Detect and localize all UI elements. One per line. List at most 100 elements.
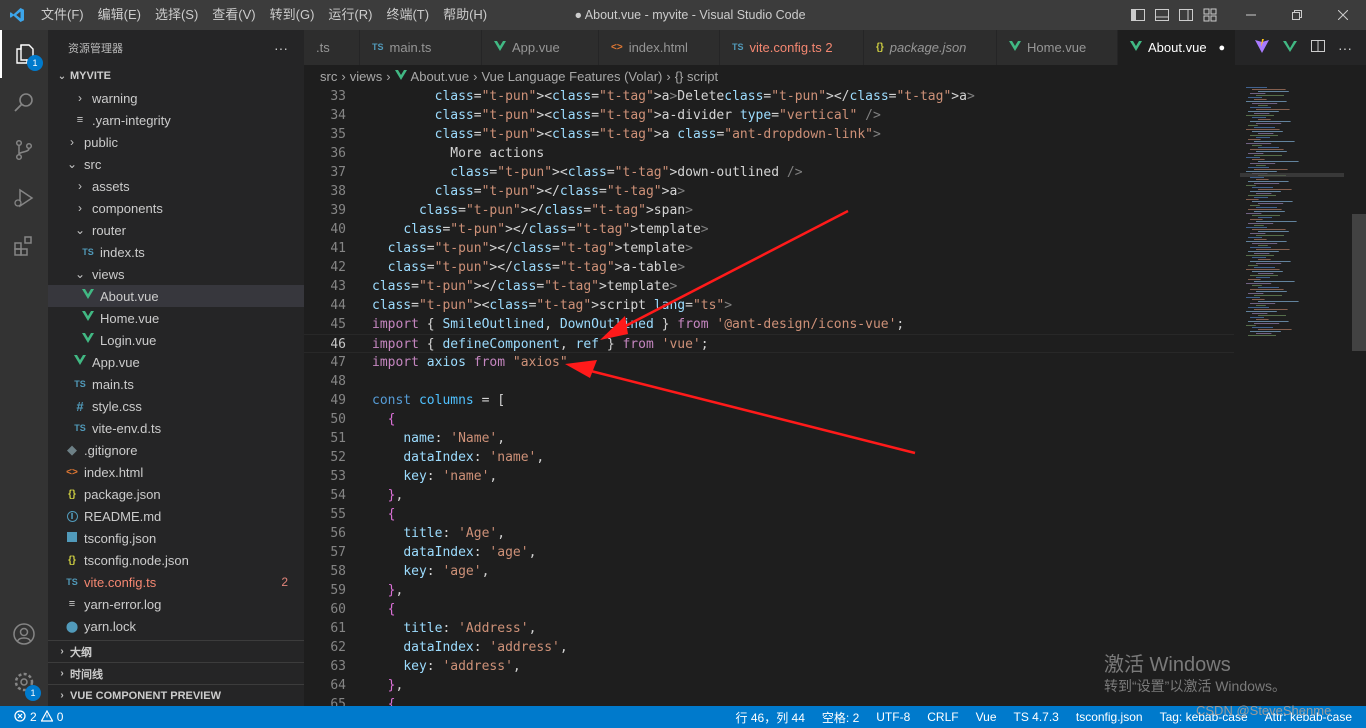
file-tree-item[interactable]: ≡ .yarn-integrity [48,109,304,131]
file-tree-item[interactable]: › warning [48,87,304,109]
menu-item[interactable]: 文件(F) [34,0,91,30]
code-line[interactable]: 60 { [304,600,1234,619]
file-tree-item[interactable]: TS vite.config.ts 2 [48,571,304,593]
explorer-more-actions[interactable]: ··· [274,40,288,56]
menu-item[interactable]: 编辑(E) [91,0,148,30]
code-line[interactable]: 48 [304,372,1234,391]
indentation[interactable]: 空格: 2 [822,709,859,726]
editor-tab[interactable]: TS vite.config.ts 2 [720,30,864,65]
code-line[interactable]: 64 }, [304,676,1234,695]
run-debug-icon[interactable] [0,174,48,222]
file-tree-item[interactable]: # style.css [48,395,304,417]
code-line[interactable]: 59 }, [304,581,1234,600]
toggle-sidebar-icon[interactable] [1130,7,1146,23]
file-tree-item[interactable]: Login.vue [48,329,304,351]
code-line[interactable]: 56 title: 'Age', [304,524,1234,543]
code-line[interactable]: 40 class="t-pun"></class="t-tag">templat… [304,220,1234,239]
breadcrumb-item[interactable]: src [320,69,337,84]
source-control-icon[interactable] [0,126,48,174]
end-of-line[interactable]: CRLF [927,710,958,724]
code-editor[interactable]: 33 class="t-pun"><class="t-tag">a>Delete… [304,87,1366,706]
file-tree-item[interactable]: › public [48,131,304,153]
code-line[interactable]: 53 key: 'name', [304,467,1234,486]
code-line[interactable]: 54 }, [304,486,1234,505]
file-tree-item[interactable]: i README.md [48,505,304,527]
editor-tab[interactable]: {} package.json [864,30,997,65]
file-tree-item[interactable]: About.vue [48,285,304,307]
code-line[interactable]: 44 class="t-pun"><class="t-tag">script la… [304,296,1234,315]
code-line[interactable]: 63 key: 'address', [304,657,1234,676]
cursor-position[interactable]: 行 46，列 44 [736,709,805,726]
code-line[interactable]: 45 import { SmileOutlined, DownOutlined }… [304,315,1234,334]
code-line[interactable]: 41 class="t-pun"></class="t-tag">templat… [304,239,1234,258]
code-line[interactable]: 46 import { defineComponent, ref } from '… [304,334,1234,353]
code-line[interactable]: 51 name: 'Name', [304,429,1234,448]
code-line[interactable]: 35 class="t-pun"><class="t-tag">a class=… [304,125,1234,144]
extensions-icon[interactable] [0,222,48,270]
file-tree-item[interactable]: ⌄ src [48,153,304,175]
vite-icon[interactable] [1254,38,1270,57]
menu-item[interactable]: 选择(S) [148,0,205,30]
project-folder-header[interactable]: ⌄ MYVITE [48,65,304,87]
file-tree-item[interactable]: TS vite-env.d.ts [48,417,304,439]
code-line[interactable]: 33 class="t-pun"><class="t-tag">a>Delete… [304,87,1234,106]
code-line[interactable]: 38 class="t-pun"></class="t-tag">a> [304,182,1234,201]
code-line[interactable]: 36 More actions [304,144,1234,163]
file-tree-item[interactable]: {} package.json [48,483,304,505]
editor-tab[interactable]: Home.vue [997,30,1118,65]
file-tree-item[interactable]: › components [48,197,304,219]
file-tree-item[interactable]: tsconfig.json [48,527,304,549]
file-tree-item[interactable]: App.vue [48,351,304,373]
code-line[interactable]: 49 const columns = [ [304,391,1234,410]
editor-tab[interactable]: .ts [304,30,360,65]
file-tree-item[interactable]: ◆ .gitignore [48,439,304,461]
breadcrumb-item[interactable]: About.vue [411,69,470,84]
editor-tab[interactable]: TS main.ts [360,30,482,65]
code-line[interactable]: 39 class="t-pun"></class="t-tag">span> [304,201,1234,220]
file-tree-item[interactable]: <> index.html [48,461,304,483]
breadcrumb-item[interactable]: {} script [675,69,718,84]
file-tree-item[interactable]: ⌄ views [48,263,304,285]
file-tree-item[interactable]: › assets [48,175,304,197]
explorer-icon[interactable]: 1 [0,30,48,78]
code-line[interactable]: 62 dataIndex: 'address', [304,638,1234,657]
unsaved-dot-icon[interactable]: ● [1219,42,1226,54]
encoding[interactable]: UTF-8 [876,710,910,724]
file-tree-item[interactable]: TS main.ts [48,373,304,395]
file-tree-item[interactable]: ⌄ router [48,219,304,241]
menu-item[interactable]: 帮助(H) [436,0,494,30]
menu-item[interactable]: 查看(V) [205,0,262,30]
minimize-button[interactable] [1228,0,1274,30]
file-tree-item[interactable]: TS index.ts [48,241,304,263]
code-line[interactable]: 61 title: 'Address', [304,619,1234,638]
more-actions-icon[interactable]: ··· [1338,40,1352,56]
menu-item[interactable]: 转到(G) [263,0,322,30]
breadcrumb-item[interactable]: Vue Language Features (Volar) [481,69,662,84]
account-icon[interactable] [0,610,48,658]
close-window-button[interactable] [1320,0,1366,30]
file-tree-item[interactable]: ≡ yarn-error.log [48,593,304,615]
settings-gear-icon[interactable]: 1 [0,658,48,706]
sidebar-section-header[interactable]: › 大纲 [48,640,304,662]
code-line[interactable]: 50 { [304,410,1234,429]
sidebar-section-header[interactable]: › VUE COMPONENT PREVIEW [48,684,304,706]
sidebar-section-header[interactable]: › 时间线 [48,662,304,684]
code-line[interactable]: 52 dataIndex: 'name', [304,448,1234,467]
file-tree-item[interactable]: Home.vue [48,307,304,329]
scrollbar-thumb[interactable] [1352,214,1366,351]
code-line[interactable]: 42 class="t-pun"></class="t-tag">a-table… [304,258,1234,277]
search-icon[interactable] [0,78,48,126]
tsconfig-status[interactable]: tsconfig.json [1076,710,1143,724]
menu-item[interactable]: 终端(T) [379,0,436,30]
vue-preview-icon[interactable] [1282,38,1298,57]
menu-item[interactable]: 运行(R) [321,0,379,30]
code-line[interactable]: 37 class="t-pun"><class="t-tag">down-out… [304,163,1234,182]
editor-scrollbar[interactable] [1352,87,1366,706]
ts-version[interactable]: TS 4.7.3 [1014,710,1059,724]
editor-tab[interactable]: About.vue ● [1118,30,1236,65]
code-line[interactable]: 57 dataIndex: 'age', [304,543,1234,562]
file-tree-item[interactable]: {} tsconfig.node.json [48,549,304,571]
problems-indicator[interactable]: 2 0 [0,709,63,725]
code-line[interactable]: 55 { [304,505,1234,524]
split-editor-icon[interactable] [1310,38,1326,57]
